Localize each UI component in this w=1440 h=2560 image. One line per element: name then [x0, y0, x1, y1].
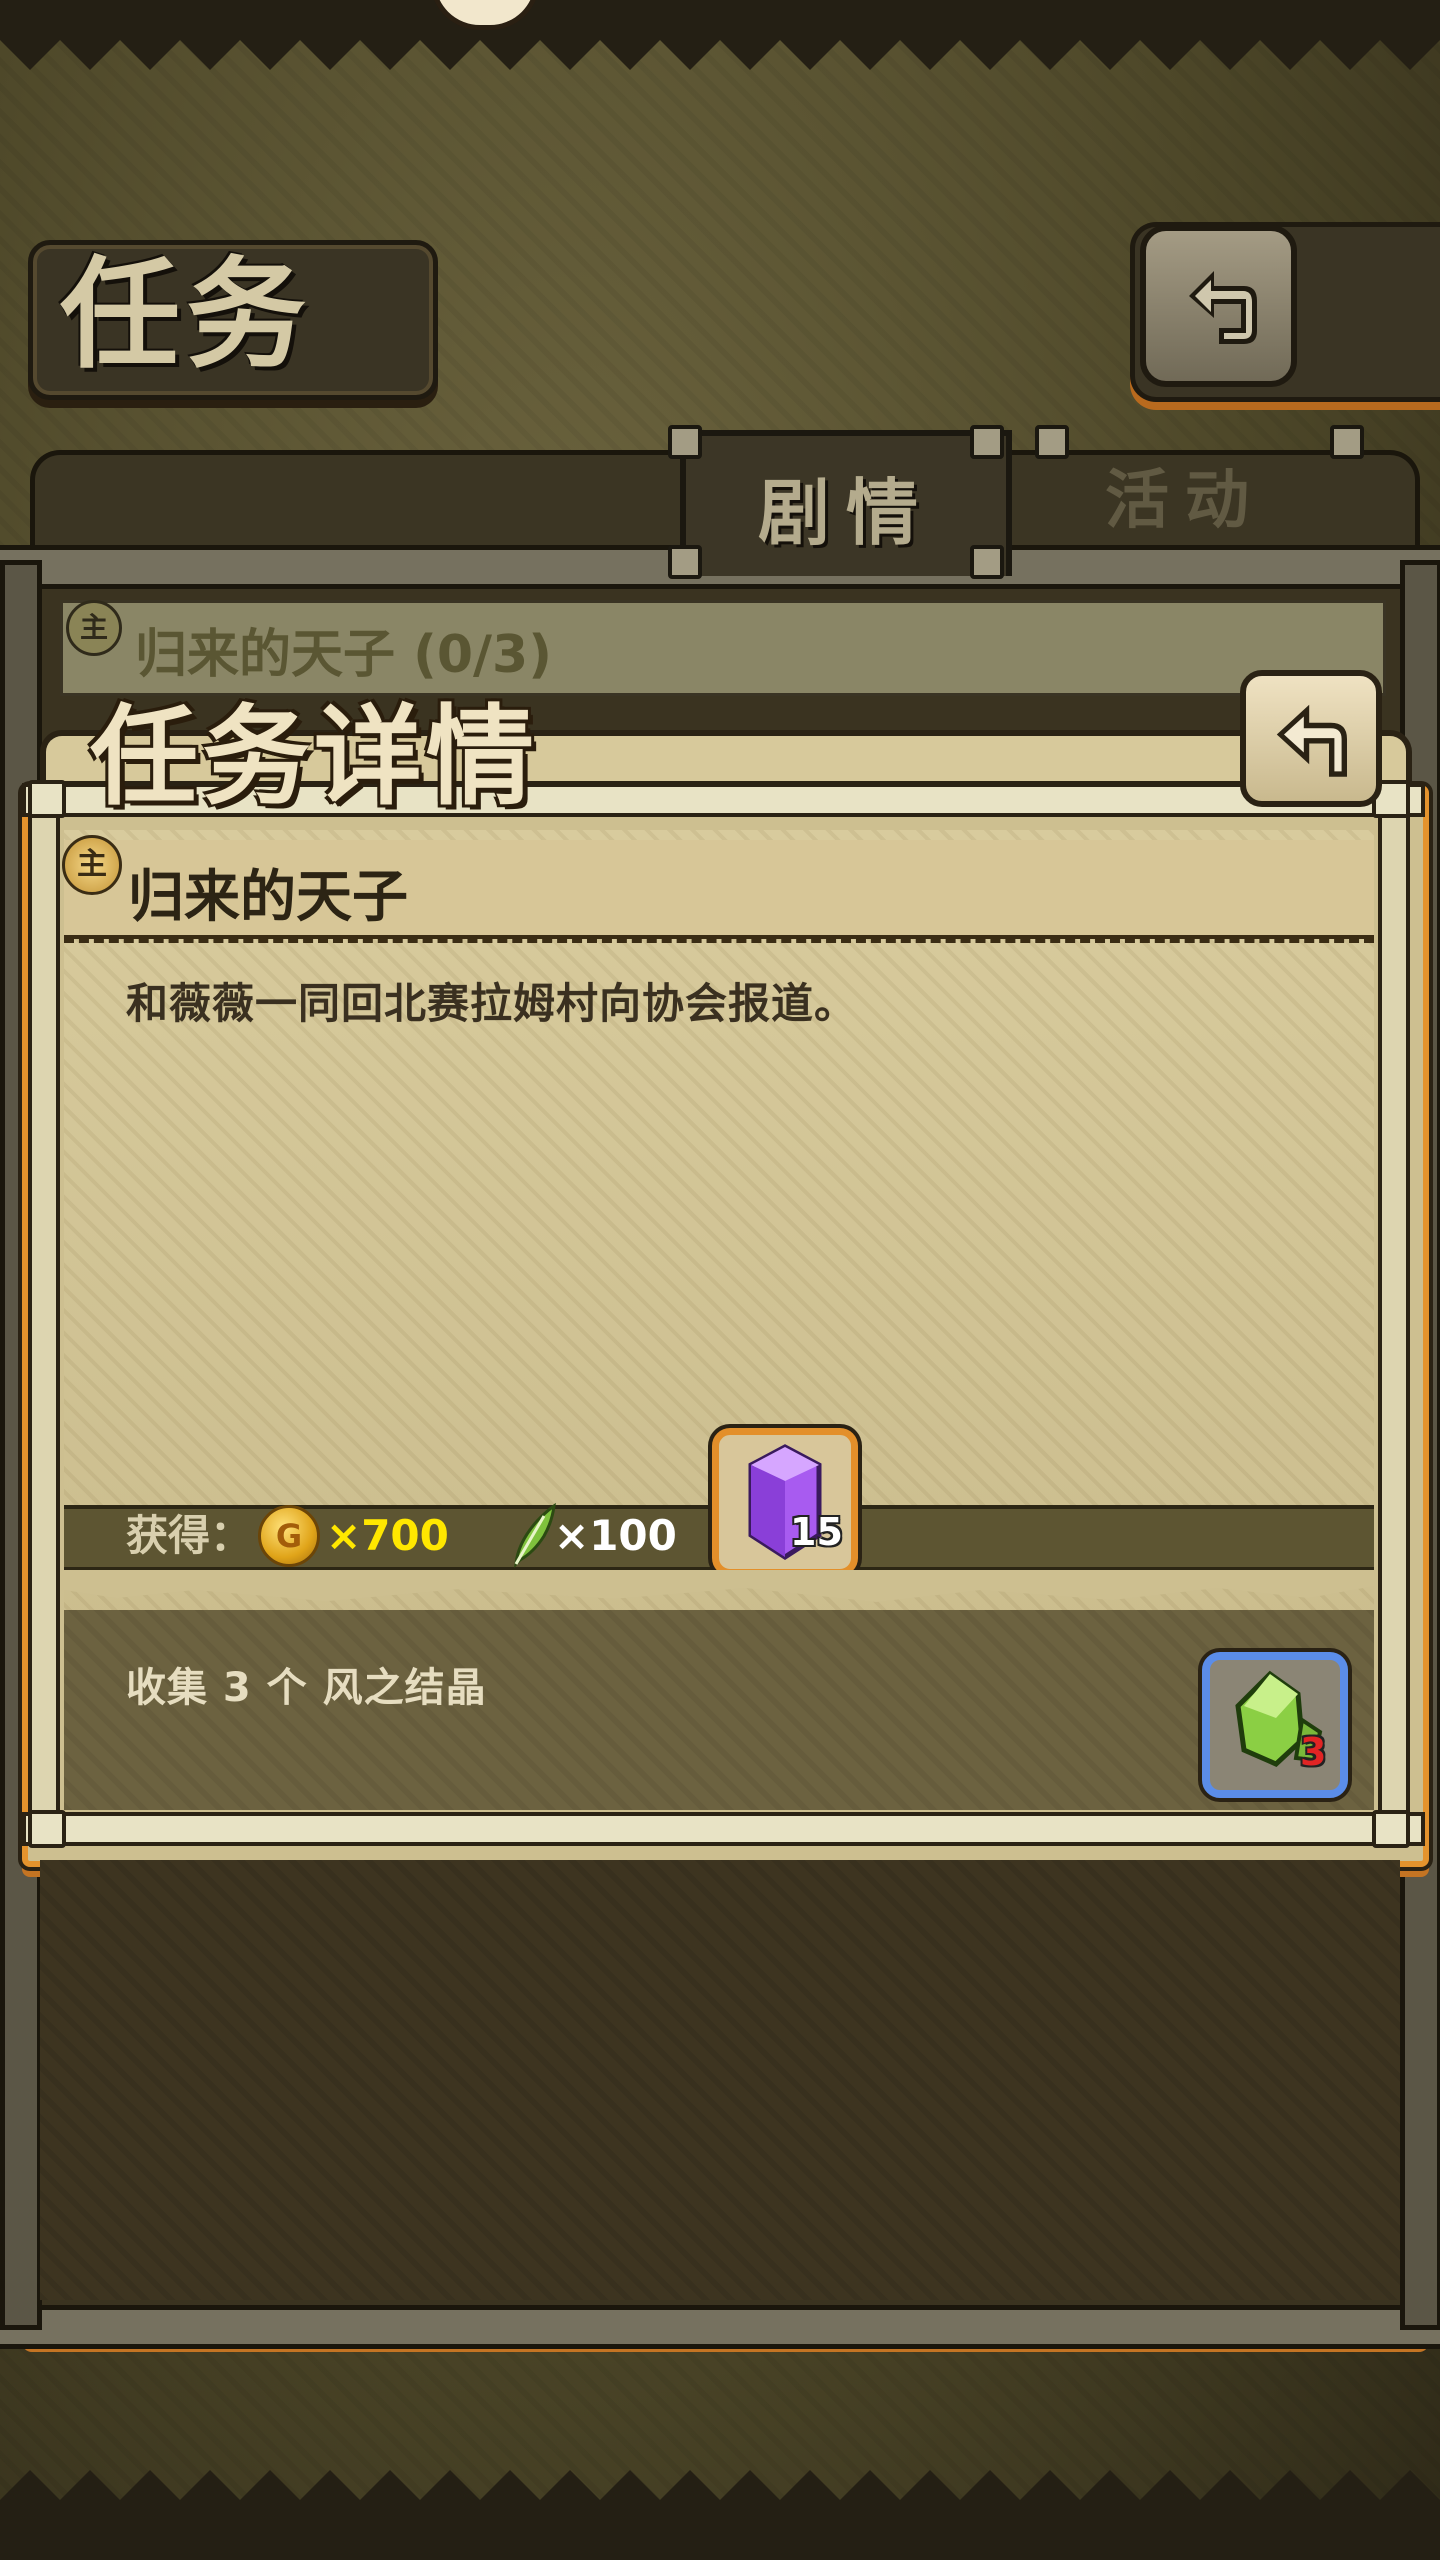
- tab-post: [970, 425, 1004, 459]
- main-quest-badge-icon: 主: [66, 600, 122, 656]
- feather-icon: [514, 1502, 556, 1568]
- tab-story[interactable]: 剧情: [680, 430, 1012, 576]
- rail-cap: [28, 780, 66, 818]
- crystal-count: 15: [790, 1510, 843, 1554]
- bottom-zigzag-border: [0, 2470, 1440, 2560]
- back-arrow-icon: [1276, 704, 1347, 777]
- rail-cap: [28, 1810, 66, 1848]
- page-title: 任务: [60, 244, 312, 385]
- empty-list-area: [40, 1860, 1400, 2300]
- tab-post: [668, 425, 702, 459]
- back-arrow-icon: [1188, 271, 1257, 344]
- main-quest-badge-icon: 主: [62, 835, 122, 895]
- quest-name: 归来的天子: [128, 865, 408, 930]
- quest-description: 和薇薇一同回北赛拉姆村向协会报道。: [126, 979, 858, 1028]
- objective-text: 收集 3 个 风之结晶: [126, 1665, 487, 1711]
- tab-post: [1330, 425, 1364, 459]
- tab-post: [668, 545, 702, 579]
- wind-crystal-count: 3: [1300, 1730, 1327, 1774]
- tab-post: [1035, 425, 1069, 459]
- tab-post: [970, 545, 1004, 579]
- gold-coin-letter: G: [275, 1517, 303, 1555]
- detail-back-button[interactable]: [1240, 670, 1382, 807]
- detail-right-rail: [1378, 800, 1410, 1838]
- reward-label: 获得：: [126, 1511, 253, 1560]
- feather-amount: ×100: [554, 1511, 677, 1560]
- top-back-button[interactable]: [1140, 225, 1297, 387]
- list-bottom-rail: [0, 2305, 1440, 2349]
- wind-crystal-slot[interactable]: [1202, 1652, 1348, 1798]
- detail-left-rail: [28, 800, 60, 1838]
- gold-amount: ×700: [326, 1511, 449, 1560]
- detail-title: 任务详情: [90, 694, 539, 820]
- gold-coin-icon: G: [258, 1505, 320, 1567]
- rail-cap: [1372, 1810, 1410, 1848]
- divider: [64, 938, 1374, 943]
- detail-bottom-rail: [22, 1812, 1425, 1846]
- top-zigzag-border: [0, 0, 1440, 70]
